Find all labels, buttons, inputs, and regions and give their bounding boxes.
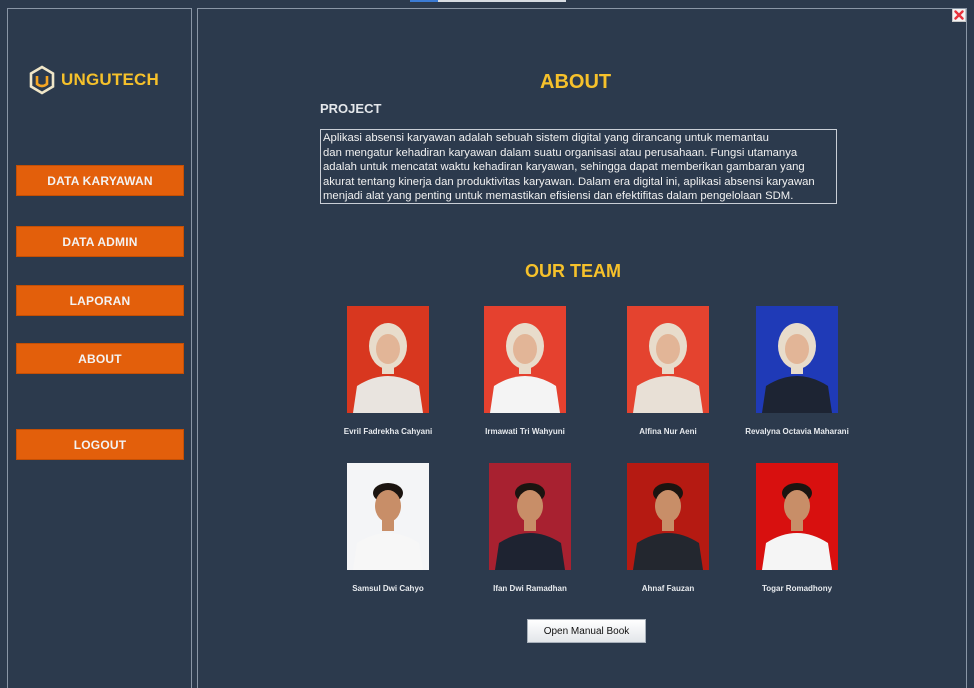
team-photo [627,463,709,570]
team-photo [347,306,429,413]
team-member-name: Ahnaf Fauzan [641,584,695,593]
person-portrait-icon [484,306,566,413]
person-portrait-icon [347,463,429,570]
team-member-name: Ifan Dwi Ramadhan [493,584,567,593]
nav-laporan-button[interactable]: LAPORAN [16,285,184,316]
team-member-name: Irmawati Tri Wahyuni [485,427,565,436]
team-member-name: Samsul Dwi Cahyo [352,584,424,593]
team-photo [756,306,838,413]
team-photo [347,463,429,570]
main-panel: ABOUT PROJECT Aplikasi absensi karyawan … [197,8,967,688]
person-portrait-icon [756,463,838,570]
team-member-name: Alfina Nur Aeni [639,427,697,436]
team-photo [489,463,571,570]
team-photo [484,306,566,413]
sidebar: UNGUTECH DATA KARYAWAN DATA ADMIN LAPORA… [7,8,192,688]
brand-name: UNGUTECH [61,70,159,89]
person-portrait-icon [347,306,429,413]
open-manual-book-button[interactable]: Open Manual Book [527,619,646,643]
person-portrait-icon [756,306,838,413]
project-description: Aplikasi absensi karyawan adalah sebuah … [320,129,837,204]
project-label: PROJECT [320,101,382,116]
team-photo [627,306,709,413]
brand: UNGUTECH [28,65,159,95]
window-top-accent [410,0,438,2]
person-portrait-icon [627,306,709,413]
team-member-name: Evril Fadrekha Cahyani [343,427,433,436]
team-photo [756,463,838,570]
team-member-name: Revalyna Octavia Maharani [745,427,849,436]
hexagon-u-logo-icon [29,65,55,95]
page-title: ABOUT [540,71,612,93]
nav-data-karyawan-button[interactable]: DATA KARYAWAN [16,165,184,196]
person-portrait-icon [627,463,709,570]
nav-about-button[interactable]: ABOUT [16,343,184,374]
person-portrait-icon [489,463,571,570]
nav-data-admin-button[interactable]: DATA ADMIN [16,226,184,257]
logout-button[interactable]: LOGOUT [16,429,184,460]
team-member-name: Togar Romadhony [761,584,833,593]
team-title: OUR TEAM [525,261,621,281]
